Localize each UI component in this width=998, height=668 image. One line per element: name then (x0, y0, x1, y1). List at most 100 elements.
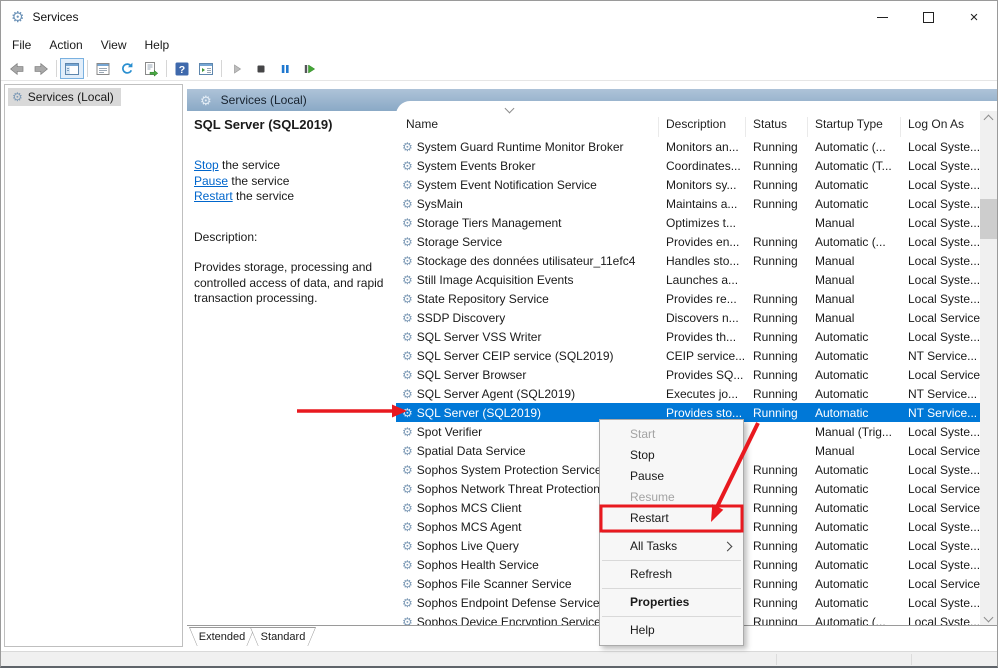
menu-separator (602, 532, 741, 533)
back-button[interactable] (5, 58, 29, 79)
chevron-down-icon (984, 613, 994, 623)
service-startup-type: Automatic (T... (808, 159, 901, 173)
status-bar-divider (911, 654, 912, 665)
service-name: SQL Server VSS Writer (417, 330, 542, 344)
service-row[interactable]: ⚙SQL Server CEIP service (SQL2019)CEIP s… (396, 346, 980, 365)
menu-help[interactable]: Help (136, 35, 179, 55)
service-name: Storage Tiers Management (417, 216, 562, 230)
service-name-cell: ⚙ SQL Server Browser (396, 368, 659, 382)
column-header-name[interactable]: Name (396, 117, 659, 137)
close-button[interactable]: × (951, 1, 997, 33)
service-startup-type: Manual (808, 311, 901, 325)
tab-standard[interactable]: Standard (250, 627, 316, 646)
service-row[interactable]: ⚙Stockage des données utilisateur_11efc4… (396, 251, 980, 270)
service-action-links: Stop the servicePause the serviceRestart… (194, 158, 392, 204)
tree-item-services-local[interactable]: ⚙ Services (Local) (8, 88, 121, 106)
view-tabs: ExtendedStandard (189, 627, 311, 646)
context-menu-restart[interactable]: Restart (600, 508, 743, 529)
extended-view-button[interactable] (194, 58, 218, 79)
export-list-button[interactable] (139, 58, 163, 79)
service-description: Provides sto... (659, 406, 746, 420)
column-header-description[interactable]: Description (659, 117, 746, 137)
forward-button[interactable] (29, 58, 53, 79)
service-startup-type: Automatic (808, 178, 901, 192)
context-menu-all-tasks[interactable]: All Tasks (600, 536, 743, 557)
start-service-button[interactable] (225, 58, 249, 79)
service-log-on-as: Local Syste... (901, 596, 980, 610)
vertical-scrollbar[interactable] (980, 111, 997, 626)
service-row[interactable]: ⚙Still Image Acquisition EventsLaunches … (396, 270, 980, 289)
service-name-cell: ⚙SQL Server CEIP service (SQL2019) (396, 349, 659, 363)
toolbar-separator (221, 60, 222, 77)
service-row[interactable]: ⚙SSDP DiscoveryDiscovers n...RunningManu… (396, 308, 980, 327)
service-status: Running (746, 520, 808, 534)
services-window: ⚙ Services × FileActionViewHelp ? ⚙ Serv… (0, 0, 998, 668)
properties-button[interactable] (91, 58, 115, 79)
restart-service-button[interactable] (297, 58, 321, 79)
pause-service-button[interactable] (273, 58, 297, 79)
service-gear-icon: ⚙ (402, 388, 413, 400)
service-gear-icon: ⚙ (402, 179, 413, 191)
column-header-log-on-as[interactable]: Log On As (901, 117, 980, 137)
scrollbar-thumb[interactable] (980, 199, 997, 239)
scroll-up-button[interactable] (980, 111, 997, 128)
context-menu-resume: Resume (600, 487, 743, 508)
service-gear-icon: ⚙ (402, 312, 413, 324)
pause-service-link[interactable]: Pause (194, 174, 228, 188)
service-row[interactable]: ⚙SQL Server VSS WriterProvides th...Runn… (396, 327, 980, 346)
show-console-tree-button[interactable] (60, 58, 84, 79)
column-header-status[interactable]: Status (746, 117, 808, 137)
menu-action[interactable]: Action (40, 35, 91, 55)
service-name-cell: ⚙System Events Broker (396, 159, 659, 173)
service-action-line: Pause the service (194, 174, 392, 189)
service-log-on-as: Local Syste... (901, 216, 980, 230)
service-description: Provides re... (659, 292, 746, 306)
service-row[interactable]: ⚙System Event Notification ServiceMonito… (396, 175, 980, 194)
scroll-down-button[interactable] (980, 609, 997, 626)
context-menu-pause[interactable]: Pause (600, 466, 743, 487)
menu-bar: FileActionViewHelp (1, 33, 997, 57)
service-row[interactable]: ⚙SQL Server BrowserProvides SQ...Running… (396, 365, 980, 384)
help-button[interactable]: ? (170, 58, 194, 79)
service-status: Running (746, 463, 808, 477)
service-status: Running (746, 254, 808, 268)
service-gear-icon: ⚙ (402, 369, 413, 381)
minimize-button[interactable] (859, 1, 905, 33)
svg-text:?: ? (179, 64, 185, 76)
service-row[interactable]: ⚙System Guard Runtime Monitor BrokerMoni… (396, 137, 980, 156)
service-row[interactable]: ⚙SysMainMaintains a...RunningAutomaticLo… (396, 194, 980, 213)
service-gear-icon: ⚙ (402, 540, 413, 552)
column-header-startup-type[interactable]: Startup Type (808, 117, 901, 137)
service-gear-icon: ⚙ (402, 445, 413, 457)
service-status: Running (746, 235, 808, 249)
menu-view[interactable]: View (92, 35, 136, 55)
service-gear-icon: ⚙ (402, 426, 413, 438)
service-name-cell: ⚙SysMain (396, 197, 659, 211)
service-row[interactable]: ⚙Storage ServiceProvides en...RunningAut… (396, 232, 980, 251)
service-name: SQL Server Browser (417, 368, 527, 382)
services-gear-icon: ⚙ (200, 94, 212, 107)
service-name: Sophos MCS Agent (417, 520, 522, 534)
stop-service-button[interactable] (249, 58, 273, 79)
stop-service-link[interactable]: Stop (194, 158, 219, 172)
tab-extended[interactable]: Extended (189, 627, 255, 646)
service-row[interactable]: ⚙SQL Server Agent (SQL2019)Executes jo..… (396, 384, 980, 403)
maximize-button[interactable] (905, 1, 951, 33)
context-menu-properties[interactable]: Properties (600, 592, 743, 613)
service-gear-icon: ⚙ (402, 198, 413, 210)
service-row[interactable]: ⚙System Events BrokerCoordinates...Runni… (396, 156, 980, 175)
service-name: Storage Service (417, 235, 502, 249)
result-pane-divider (187, 625, 997, 626)
refresh-button[interactable] (115, 58, 139, 79)
titlebar: ⚙ Services × (1, 1, 997, 33)
service-row[interactable]: ⚙State Repository ServiceProvides re...R… (396, 289, 980, 308)
service-startup-type: Automatic (... (808, 235, 901, 249)
context-menu-help[interactable]: Help (600, 620, 743, 641)
service-row[interactable]: ⚙Storage Tiers ManagementOptimizes t...M… (396, 213, 980, 232)
context-menu-refresh[interactable]: Refresh (600, 564, 743, 585)
menu-file[interactable]: File (3, 35, 40, 55)
context-menu-stop[interactable]: Stop (600, 445, 743, 466)
service-log-on-as: Local Syste... (901, 140, 980, 154)
restart-service-link[interactable]: Restart (194, 189, 233, 203)
service-startup-type: Manual (808, 216, 901, 230)
